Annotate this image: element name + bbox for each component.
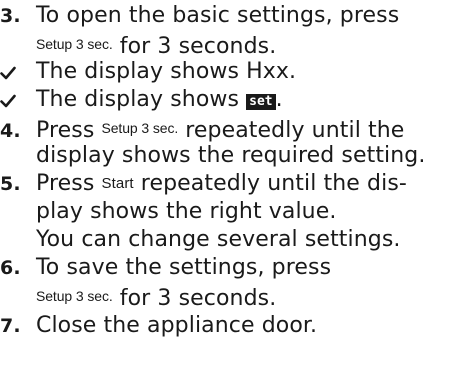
step-text: You can change several settings. [36,227,401,252]
result-text: The display shows [36,87,247,112]
step-number: 4. [0,120,21,142]
result-text: The display shows Hxx. [36,59,297,84]
step-6-line-2: Setup 3 sec. for 3 seconds. [0,282,277,311]
step-number: 6. [0,257,21,279]
start-key-label: Start [101,175,134,192]
setup-key-label: Setup 3 sec. [36,36,113,52]
result-line-hxx: The display shows Hxx. [0,58,296,86]
result-text-end: . [275,87,283,112]
step-5-line-1: 5. Press Start repeatedly until the dis- [0,170,407,198]
step-text: for 3 seconds. [112,34,277,59]
step-text: Press [36,118,102,143]
step-number: 5. [0,173,21,195]
step-3-line-1: 3. To open the basic settings, press [0,2,399,30]
step-5-line-2: play shows the right value. [0,198,336,226]
step-text: To save the settings, press [36,255,332,280]
step-3-line-2: Setup 3 sec. for 3 seconds. [0,30,277,59]
step-7-line-1: 7. Close the appliance door. [0,312,317,340]
checkmark-icon [0,86,36,114]
checkmark-icon [0,58,36,86]
step-4-line-1: 4. Press Setup 3 sec. repeatedly until th… [0,114,405,143]
instruction-list: 3. To open the basic settings, press Setu… [0,0,463,369]
step-text: for 3 seconds. [112,286,277,311]
setup-key-label: Setup 3 sec. [101,120,179,136]
step-text: To open the basic settings, press [36,3,400,28]
step-5-line-3: You can change several settings. [0,226,401,254]
step-text: play shows the right value. [36,199,337,224]
step-4-line-2: display shows the required setting. [0,142,425,170]
step-number: 3. [0,5,21,27]
step-text: repeatedly until the dis- [133,171,407,196]
display-indicator-set: set [246,94,276,110]
step-text: Close the appliance door. [36,313,318,338]
result-line-set: The display shows set. [0,86,283,114]
step-number: 7. [0,315,21,337]
step-text: repeatedly until the [178,118,405,143]
step-6-line-1: 6. To save the settings, press [0,254,331,282]
setup-key-label: Setup 3 sec. [36,288,113,304]
step-text: Press [36,171,102,196]
step-text: display shows the required setting. [36,143,426,168]
